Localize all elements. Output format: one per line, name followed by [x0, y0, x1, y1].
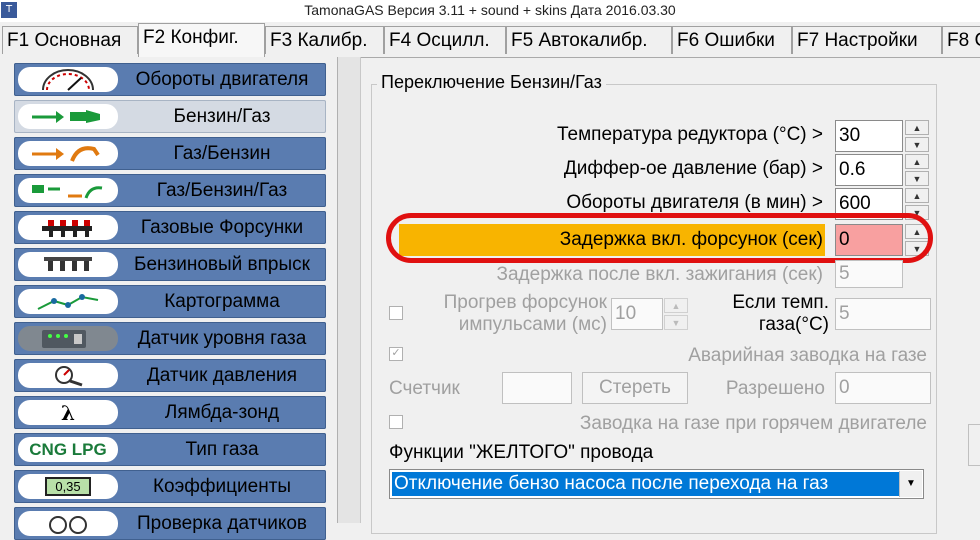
tab-calibration[interactable]: F3 Калибр. [265, 26, 384, 54]
counter-label: Счетчик [389, 378, 460, 399]
diff-pressure-field[interactable] [835, 154, 903, 186]
gas-injectors-icon [18, 215, 118, 240]
sidebar-item-label: Газ/Бензин [173, 143, 271, 164]
tab-oscilloscope[interactable]: F4 Осцилл. [384, 26, 506, 54]
gas-petrol-gas-icon [18, 178, 118, 203]
emergency-start-label: Аварийная заводка на газе [688, 345, 927, 366]
hot-start-label: Заводка на газе при горячем двигателе [579, 413, 927, 434]
spin-up-icon[interactable]: ▲ [905, 154, 929, 169]
sidebar-item-petrol-injection[interactable]: Бензиновый впрыск [14, 248, 326, 281]
sidebar-item-gas-type[interactable]: CNG LPG Тип газа [14, 433, 326, 466]
tab-settings[interactable]: F7 Настройки [792, 26, 942, 54]
coefficients-icon: 0,35 [18, 474, 118, 499]
tab-bar: F1 Основная F2 Конфиг. F3 Калибр. F4 Осц… [0, 22, 980, 58]
sidebar-item-label: Датчик давления [146, 365, 298, 386]
annotation-red-ring [386, 213, 933, 263]
sensor-check-icon [18, 511, 118, 536]
preheat-spinner[interactable]: ▲ ▼ [664, 298, 688, 330]
panel-splitter[interactable] [337, 57, 361, 523]
petrol-injection-icon [18, 252, 118, 277]
hot-start-checkbox[interactable] [389, 415, 403, 429]
spin-up-icon[interactable]: ▲ [905, 188, 929, 203]
allowed-label: Разрешено [725, 378, 825, 399]
groupbox-title: Переключение Бензин/Газ [377, 72, 606, 93]
reducer-temp-label: Температура редуктора (°С) > [557, 124, 823, 145]
yellow-wire-select[interactable]: Отключение бензо насоса после перехода н… [389, 469, 924, 499]
sidebar-item-label: Лямбда-зонд [164, 402, 280, 423]
tab-errors[interactable]: F6 Ошибки [672, 26, 792, 54]
right-panel-edge [968, 424, 980, 466]
counter-field[interactable] [502, 372, 572, 404]
tab-main[interactable]: F1 Основная [2, 26, 138, 54]
erase-button[interactable]: Стереть [582, 372, 688, 404]
lambda-probe-icon: λ [18, 400, 118, 425]
gas-type-icon: CNG LPG [18, 437, 118, 462]
sidebar-item-coefficients[interactable]: 0,35 Коэффициенты [14, 470, 326, 503]
gas-temp-field[interactable] [835, 298, 931, 330]
sidebar-item-label: Тип газа [185, 439, 259, 460]
map-graph-icon [18, 289, 118, 314]
diff-pressure-label: Диффер-ое давление (бар) > [563, 158, 823, 179]
spin-down-icon[interactable]: ▼ [905, 171, 929, 186]
ignition-delay-label: Задержка после вкл. зажигания (сек) [496, 264, 824, 285]
sidebar-item-petrol-gas[interactable]: Бензин/Газ [14, 100, 326, 133]
pressure-sensor-icon [18, 363, 118, 388]
preheat-field[interactable] [611, 298, 663, 330]
sidebar-item-label: Газ/Бензин/Газ [156, 180, 288, 201]
gas-temp-label-line1: Если темп. [732, 292, 829, 313]
sidebar-item-label: Проверка датчиков [136, 513, 308, 534]
preheat-checkbox[interactable] [389, 306, 403, 320]
spin-up-icon[interactable]: ▲ [664, 298, 688, 313]
tab-config[interactable]: F2 Конфиг. [138, 23, 265, 57]
spin-up-icon[interactable]: ▲ [905, 120, 929, 135]
title-bar: T TamonaGAS Версия 3.11 + sound + skins … [0, 0, 980, 22]
tab-f8[interactable]: F8 С [942, 26, 980, 54]
gas-temp-label-line2: газа(°С) [758, 314, 829, 335]
petrol-to-gas-icon [18, 104, 118, 129]
tachometer-icon [18, 67, 118, 92]
diff-pressure-spinner[interactable]: ▲ ▼ [905, 154, 929, 186]
yellow-wire-label: Функции "ЖЕЛТОГО" провода [389, 442, 654, 463]
sidebar-item-cartogram[interactable]: Картограмма [14, 285, 326, 318]
sidebar-item-sensor-check[interactable]: Проверка датчиков [14, 507, 326, 540]
sidebar-item-lambda-probe[interactable]: λ Лямбда-зонд [14, 396, 326, 429]
sidebar-item-gas-level-sensor[interactable]: Датчик уровня газа [14, 322, 326, 355]
sidebar-item-engine-rpm[interactable]: Обороты двигателя [14, 63, 326, 96]
gas-to-petrol-icon [18, 141, 118, 166]
yellow-wire-selected: Отключение бензо насоса после перехода н… [392, 472, 900, 496]
sidebar-item-label: Бензин/Газ [173, 106, 271, 127]
preheat-label-line1: Прогрев форсунок [443, 292, 607, 313]
sidebar-item-gas-injectors[interactable]: Газовые Форсунки [14, 211, 326, 244]
sidebar-item-gas-petrol-gas[interactable]: Газ/Бензин/Газ [14, 174, 326, 207]
gas-temp-label: Если темп. газа(°С) [732, 292, 829, 336]
allowed-field[interactable] [835, 372, 931, 404]
sidebar-item-pressure-sensor[interactable]: Датчик давления [14, 359, 326, 392]
gas-level-sensor-icon [18, 326, 118, 351]
ignition-delay-field[interactable] [835, 260, 903, 288]
spin-down-icon[interactable]: ▼ [905, 137, 929, 152]
preheat-label: Прогрев форсунок импульсами (мс) [444, 292, 607, 336]
sidebar-item-label: Картограмма [164, 291, 280, 312]
coefficients-value: 0,35 [45, 477, 91, 496]
sidebar-item-label: Датчик уровня газа [137, 328, 307, 349]
spin-down-icon[interactable]: ▼ [664, 315, 688, 330]
sidebar-item-label: Обороты двигателя [135, 69, 309, 90]
sidebar-item-label: Бензиновый впрыск [134, 254, 310, 275]
sidebar-item-label: Коэффициенты [152, 476, 292, 497]
window-title: TamonaGAS Версия 3.11 + sound + skins Да… [304, 2, 676, 18]
reducer-temp-spinner[interactable]: ▲ ▼ [905, 120, 929, 152]
reducer-temp-field[interactable] [835, 120, 903, 152]
sidebar-item-gas-petrol[interactable]: Газ/Бензин [14, 137, 326, 170]
emergency-start-checkbox[interactable]: ✓ [389, 347, 403, 361]
sidebar: Обороты двигателя Бензин/Газ Газ/Бензин … [0, 57, 337, 540]
engine-rpm-label: Обороты двигателя (в мин) > [566, 192, 823, 213]
preheat-label-line2: импульсами (мс) [458, 314, 607, 335]
chevron-down-icon[interactable]: ▼ [899, 471, 922, 497]
tab-autocalibration[interactable]: F5 Автокалибр. [506, 26, 672, 54]
sidebar-item-label: Газовые Форсунки [140, 217, 304, 238]
